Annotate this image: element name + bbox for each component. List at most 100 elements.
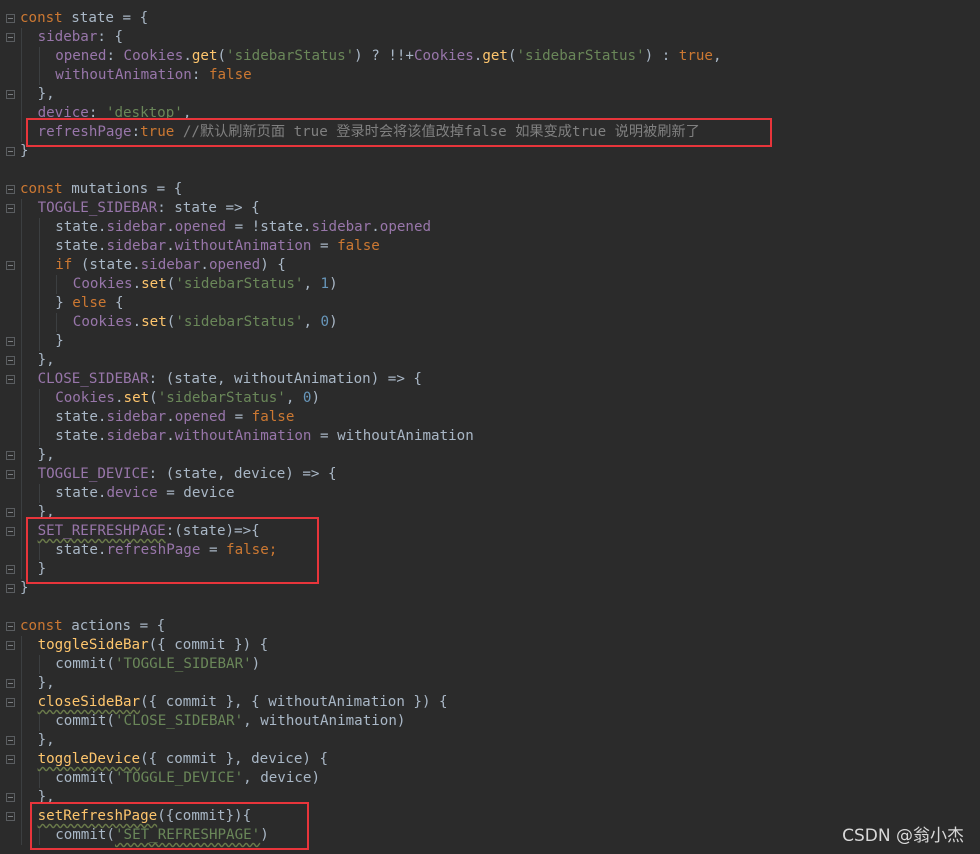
fold-marker-icon[interactable] [6,185,15,194]
code-line[interactable]: }, [38,85,55,104]
fold-marker-icon[interactable] [6,470,15,479]
code-token: . [132,276,142,292]
code-line[interactable]: Cookies.set('sidebarStatus', 0) [55,389,320,408]
code-token: get [191,48,218,64]
code-line[interactable]: }, [38,351,55,370]
code-line[interactable]: state.sidebar.opened = !state.sidebar.op… [55,218,431,237]
code-line[interactable]: } [55,332,64,351]
indent-guide [21,256,22,275]
fold-marker-icon[interactable] [6,755,15,764]
code-token: commit( [55,656,115,672]
code-line[interactable]: TOGGLE_DEVICE: (state, device) => { [38,465,337,484]
fold-marker-icon[interactable] [6,261,15,270]
code-token: 'sidebarStatus' [516,48,645,64]
fold-marker-icon[interactable] [6,147,15,156]
fold-marker-icon[interactable] [6,337,15,346]
code-line[interactable]: if (state.sidebar.opened) { [55,256,286,275]
code-token: closeSideBar [37,694,141,710]
fold-marker-icon[interactable] [6,33,15,42]
code-line[interactable]: const state = { [20,9,148,28]
indent-guide [21,693,22,712]
fold-marker-icon[interactable] [6,14,15,23]
indent-guide [21,560,22,579]
code-line[interactable]: opened: Cookies.get('sidebarStatus') ? !… [55,47,721,66]
code-line[interactable]: commit('TOGGLE_DEVICE', device) [55,769,320,788]
code-line[interactable]: commit('CLOSE_SIDEBAR', withoutAnimation… [55,712,405,731]
indent-guide [21,484,22,503]
indent-guide [21,769,22,788]
code-line[interactable]: closeSideBar({ commit }, { withoutAnimat… [38,693,448,712]
code-token: toggleDevice [37,751,141,767]
code-line[interactable]: CLOSE_SIDEBAR: (state, withoutAnimation)… [38,370,422,389]
code-token: ) [329,276,338,292]
code-line[interactable]: state.sidebar.withoutAnimation = false [55,237,380,256]
code-token: Cookies [55,390,115,406]
fold-marker-icon[interactable] [6,679,15,688]
indent-guide [21,123,22,142]
fold-marker-icon[interactable] [6,508,15,517]
code-token: actions = { [62,618,166,634]
code-token: state. [55,428,107,444]
indent-guide [21,104,22,123]
code-line[interactable]: state.sidebar.opened = false [55,408,294,427]
code-token: . [166,409,175,425]
code-line[interactable]: }, [38,731,55,750]
code-line[interactable]: state.sidebar.withoutAnimation = without… [55,427,474,446]
fold-marker-icon[interactable] [6,565,15,574]
code-token: TOGGLE_DEVICE [37,466,149,482]
code-line[interactable]: withoutAnimation: false [55,66,251,85]
code-line[interactable]: state.device = device [55,484,234,503]
indent-guide [21,370,22,389]
fold-marker-icon[interactable] [6,641,15,650]
code-line[interactable]: toggleSideBar({ commit }) { [38,636,269,655]
code-token: sidebar [106,409,167,425]
code-line[interactable]: } else { [55,294,123,313]
code-line[interactable]: Cookies.set('sidebarStatus', 1) [73,275,338,294]
indent-guide [38,769,40,788]
fold-marker-icon[interactable] [6,204,15,213]
fold-marker-icon[interactable] [6,527,15,536]
code-token: } [55,333,64,349]
code-line[interactable]: toggleDevice({ commit }, device) { [38,750,328,769]
code-token: : state => { [157,200,260,216]
code-token: set [141,314,167,330]
fold-marker-icon[interactable] [6,698,15,707]
code-token: const [20,10,63,26]
code-line[interactable]: const mutations = { [20,180,182,199]
code-token: state. [55,238,107,254]
code-line[interactable]: sidebar: { [38,28,123,47]
indent-guide [21,807,22,826]
code-token: , [303,276,321,292]
code-token: mutations = { [62,181,183,197]
fold-marker-icon[interactable] [6,375,15,384]
code-token: (state. [72,257,141,273]
code-line[interactable]: }, [38,674,55,693]
code-line[interactable]: Cookies.set('sidebarStatus', 0) [73,313,338,332]
code-line[interactable]: TOGGLE_SIDEBAR: state => { [38,199,260,218]
code-token: : [191,67,209,83]
fold-marker-icon[interactable] [6,584,15,593]
code-token: withoutAnimation [174,428,312,444]
code-editor[interactable]: const state = {sidebar: {opened: Cookies… [0,0,980,854]
code-token: . [166,219,175,235]
fold-marker-icon[interactable] [6,90,15,99]
fold-marker-icon[interactable] [6,736,15,745]
code-token: }, [37,447,55,463]
code-token: 'TOGGLE_SIDEBAR' [114,656,252,672]
code-line[interactable]: commit('TOGGLE_SIDEBAR') [55,655,260,674]
code-token: , [712,48,722,64]
code-token: , device) [243,770,320,786]
indent-guide [56,275,58,294]
code-token: sidebar [106,219,167,235]
fold-marker-icon[interactable] [6,356,15,365]
code-token: . [200,257,209,273]
fold-marker-icon[interactable] [6,622,15,631]
code-line[interactable]: }, [38,446,55,465]
fold-marker-icon[interactable] [6,793,15,802]
code-line[interactable]: const actions = { [20,617,165,636]
fold-marker-icon[interactable] [6,451,15,460]
fold-marker-icon[interactable] [6,812,15,821]
indent-guide [38,218,40,237]
code-token: false [208,67,252,83]
indent-guide [38,712,40,731]
